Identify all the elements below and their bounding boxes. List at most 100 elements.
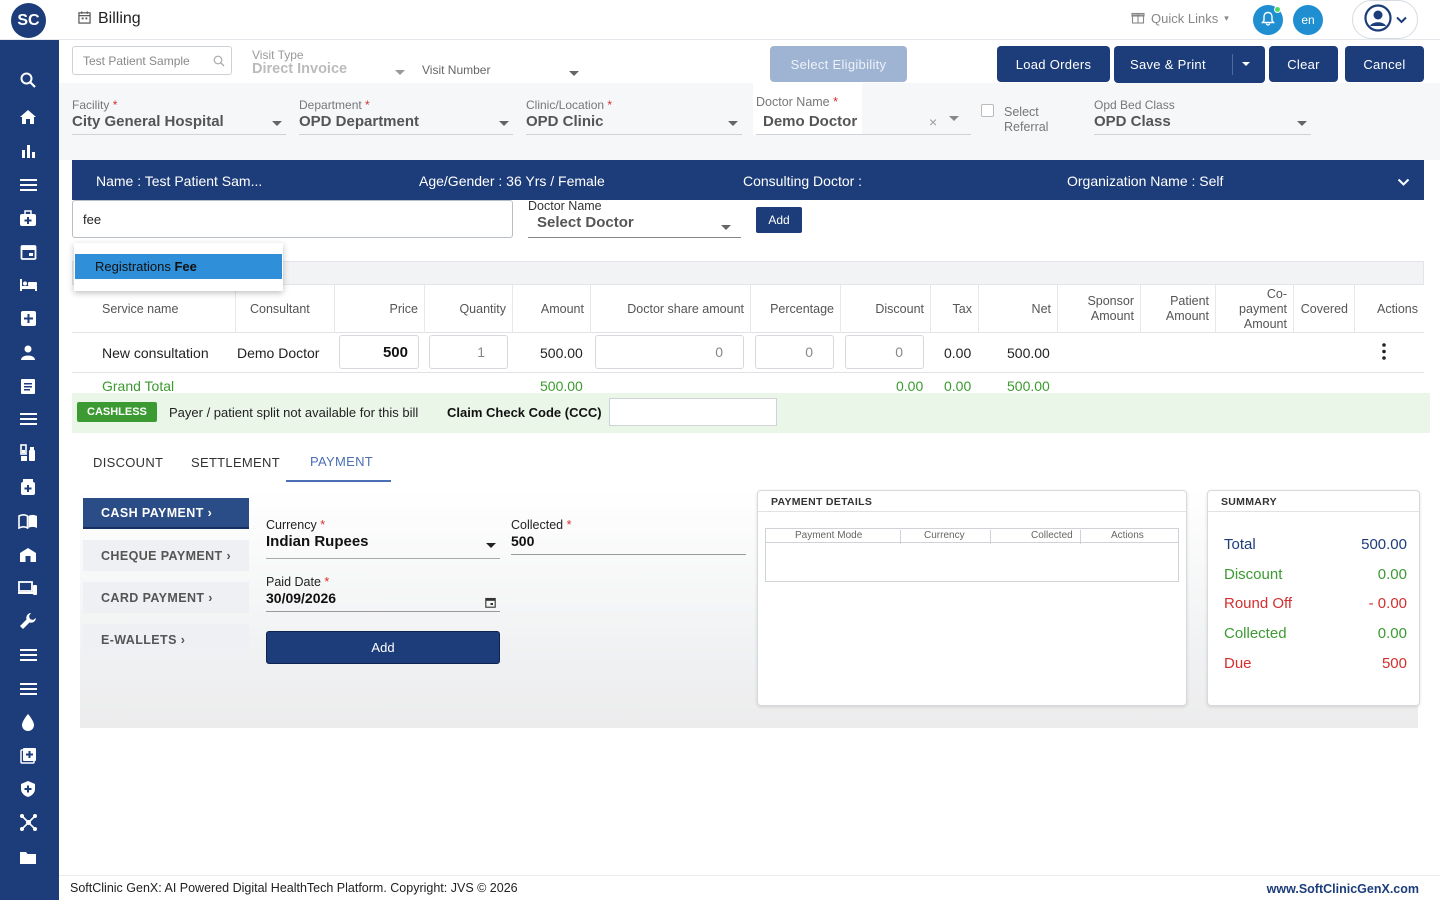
footer-website-link[interactable]: www.SoftClinicGenX.com [1267, 882, 1419, 896]
add-service-button[interactable]: Add [756, 207, 802, 233]
col-discount: Discount [840, 285, 930, 333]
ccc-input[interactable] [609, 398, 777, 426]
col-copayment-amount: Co-payment Amount [1215, 285, 1293, 333]
close-icon[interactable]: × [929, 114, 937, 130]
search-icon[interactable] [17, 69, 39, 91]
quantity-input[interactable]: 1 [429, 335, 508, 369]
add-box-icon[interactable] [17, 744, 39, 766]
user-menu[interactable] [1352, 0, 1418, 39]
discount-input[interactable]: 0 [845, 335, 924, 369]
collected-label: Collected * [511, 518, 572, 532]
percentage-input[interactable]: 0 [755, 335, 834, 369]
col-tax: Tax [930, 285, 978, 333]
summary-due: Due 500 [1224, 655, 1407, 672]
paid-date-input[interactable]: Paid Date * 30/09/2026 [266, 575, 500, 612]
opd-bed-class-select[interactable]: Opd Bed Class OPD Class [1094, 98, 1311, 135]
tab-discount[interactable]: DISCOUNT [93, 455, 163, 470]
chevron-down-icon: ▾ [1224, 13, 1229, 23]
folder-icon[interactable] [17, 846, 39, 868]
medical-bag-icon[interactable] [17, 207, 39, 229]
list-icon[interactable] [17, 678, 39, 700]
wrench-icon[interactable] [17, 610, 39, 632]
consulting-doctor: Consulting Doctor : [743, 173, 863, 189]
table-row: New consultation Demo Doctor 500 1 500.0… [72, 333, 1424, 373]
clear-button[interactable]: Clear [1269, 46, 1338, 82]
payment-details-table: Payment Mode Currency Collected Actions [765, 528, 1179, 582]
blood-drop-icon[interactable] [17, 711, 39, 733]
document-icon[interactable] [17, 375, 39, 397]
cheque-payment-button[interactable]: CHEQUE PAYMENT › [83, 540, 249, 571]
facility-value: City General Hospital [72, 113, 224, 130]
language-button[interactable]: en [1293, 5, 1323, 35]
department-select[interactable]: Department * OPD Department [299, 98, 513, 135]
service-doctor-select[interactable]: Doctor Name Select Doctor [528, 199, 741, 238]
home-icon[interactable] [17, 106, 39, 128]
col-actions: Actions [1111, 530, 1144, 541]
tab-settlement[interactable]: SETTLEMENT [191, 455, 280, 470]
patient-info-banner: Name : Test Patient Sam... Age/Gender : … [72, 160, 1424, 200]
e-wallets-button[interactable]: E-WALLETS › [83, 624, 249, 655]
quick-links-label: Quick Links [1151, 11, 1219, 26]
col-consultant: Consultant [235, 285, 334, 333]
col-price: Price [334, 285, 424, 333]
chevron-down-icon [569, 71, 579, 76]
clinic-select[interactable]: Clinic/Location * OPD Clinic [526, 98, 742, 135]
service-search-input[interactable]: fee [72, 200, 513, 238]
chevron-down-icon [1395, 12, 1407, 27]
plus-box-icon[interactable] [17, 307, 39, 329]
patient-search-placeholder: Test Patient Sample [83, 54, 190, 68]
network-icon[interactable] [17, 811, 39, 833]
facility-select[interactable]: Facility * City General Hospital [72, 98, 286, 135]
select-eligibility-button[interactable]: Select Eligibility [770, 46, 907, 82]
shield-icon[interactable] [17, 778, 39, 800]
ccc-label: Claim Check Code (CCC) [447, 405, 602, 420]
grand-total-tax: 0.00 [944, 378, 972, 394]
price-input[interactable]: 500 [339, 335, 419, 369]
table-header: Service name Consultant Price Quantity A… [72, 285, 1424, 333]
visit-number-select[interactable]: Visit Number [422, 63, 583, 85]
bed-icon[interactable] [17, 274, 39, 296]
pharmacy-icon[interactable] [17, 476, 39, 498]
card-payment-button[interactable]: CARD PAYMENT › [83, 582, 249, 613]
book-icon[interactable] [17, 510, 39, 532]
tab-payment[interactable]: PAYMENT [310, 454, 373, 469]
calendar-icon[interactable] [17, 240, 39, 262]
more-vert-icon[interactable] [1382, 343, 1386, 363]
devices-icon[interactable] [17, 577, 39, 599]
collected-value: 500 [511, 533, 535, 549]
lab-icon[interactable] [17, 442, 39, 464]
chevron-down-icon[interactable] [1242, 62, 1250, 66]
suggestion-item[interactable]: Registrations Fee [75, 254, 282, 279]
cash-payment-button[interactable]: CASH PAYMENT › [83, 498, 249, 529]
person-icon[interactable] [17, 341, 39, 363]
cancel-button[interactable]: Cancel [1345, 46, 1424, 82]
patient-search-input[interactable]: Test Patient Sample [72, 46, 232, 75]
select-referral-checkbox[interactable] [981, 104, 994, 117]
collected-input[interactable]: Collected * 500 [511, 518, 746, 555]
add-payment-button[interactable]: Add [266, 631, 500, 664]
doctor-name-select[interactable]: Doctor Name * Demo Doctor × [756, 95, 971, 135]
avatar-icon [1363, 4, 1392, 35]
currency-select[interactable]: Currency * Indian Rupees [266, 518, 500, 559]
menu-icon[interactable] [17, 174, 39, 196]
main-content: Test Patient Sample Visit Type Direct In… [59, 40, 1440, 875]
load-orders-button[interactable]: Load Orders [997, 46, 1110, 82]
hospital-icon[interactable] [17, 544, 39, 566]
save-print-label: Save & Print [1130, 57, 1206, 72]
visit-type-select[interactable]: Visit Type Direct Invoice [252, 48, 409, 84]
chevron-down-icon[interactable] [1397, 174, 1410, 190]
app-logo[interactable]: SC [11, 3, 46, 38]
bar-chart-icon[interactable] [17, 140, 39, 162]
quick-links-menu[interactable]: Quick Links ▾ [1131, 10, 1229, 27]
clinic-label: Clinic/Location * [526, 98, 613, 112]
notifications-button[interactable] [1253, 5, 1283, 35]
list-icon[interactable] [17, 408, 39, 430]
visit-type-value: Direct Invoice [252, 61, 348, 77]
paid-date-value: 30/09/2026 [266, 590, 337, 606]
save-print-button[interactable]: Save & Print [1114, 46, 1265, 83]
calendar-icon[interactable] [485, 596, 496, 611]
cashless-badge: CASHLESS [77, 402, 157, 422]
doctor-share-input[interactable]: 0 [595, 335, 744, 369]
menu-icon[interactable] [17, 644, 39, 666]
payment-details-title: PAYMENT DETAILS [771, 496, 873, 508]
